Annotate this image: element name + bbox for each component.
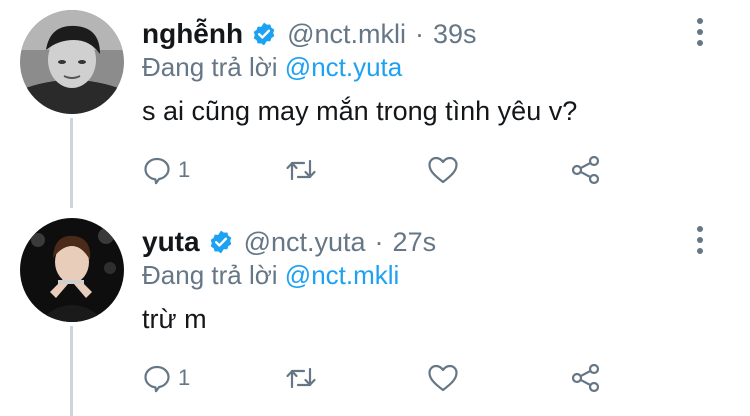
avatar[interactable]: [20, 218, 124, 322]
tweet-text: s ai cũng may mắn trong tình yêu v?: [142, 96, 578, 126]
verified-badge-icon: [210, 230, 231, 254]
replying-to-label: Đang trả lời: [142, 260, 278, 290]
reply-icon: [144, 157, 170, 185]
thread-line: [70, 118, 73, 208]
reply-count: 1: [178, 157, 191, 182]
avatar-photo: [20, 10, 124, 114]
avatar[interactable]: [20, 10, 124, 114]
reply-count: 1: [178, 365, 191, 390]
tweet-text: trừ m: [142, 304, 207, 334]
timestamp[interactable]: 39s: [433, 19, 477, 50]
tweet[interactable]: yuta @nct.yuta · 27s Đang trả lời @nct.m…: [0, 208, 750, 416]
heart-icon: [428, 364, 458, 392]
separator-dot: ·: [374, 226, 384, 257]
share-icon: [571, 363, 600, 393]
retweet-button[interactable]: [284, 150, 318, 190]
display-name[interactable]: nghễnh: [142, 18, 243, 50]
tweet-header: nghễnh @nct.mkli · 39s: [142, 14, 477, 54]
thread-line: [70, 326, 73, 416]
like-button[interactable]: [427, 358, 459, 398]
reply-button[interactable]: 1: [142, 150, 190, 190]
share-button[interactable]: [570, 150, 602, 190]
reply-icon: [144, 365, 170, 393]
tweet-header: yuta @nct.yuta · 27s: [142, 222, 436, 262]
share-button[interactable]: [570, 358, 602, 398]
more-options-icon[interactable]: [696, 226, 704, 256]
share-icon: [571, 155, 600, 185]
avatar-photo: [20, 218, 124, 322]
separator-dot: ·: [415, 18, 425, 49]
tweet-actions: 1: [142, 358, 622, 398]
heart-icon: [428, 156, 458, 184]
retweet-button[interactable]: [284, 358, 318, 398]
more-options-icon[interactable]: [696, 18, 704, 48]
replying-to: Đang trả lời @nct.yuta: [142, 52, 402, 83]
tweet-actions: 1: [142, 150, 622, 190]
user-handle[interactable]: @nct.mkli: [287, 19, 406, 50]
reply-button[interactable]: 1: [142, 358, 190, 398]
like-button[interactable]: [427, 150, 459, 190]
replying-to-mention[interactable]: @nct.mkli: [285, 260, 400, 290]
verified-badge-icon: [253, 22, 275, 46]
timestamp[interactable]: 27s: [393, 227, 437, 258]
replying-to-label: Đang trả lời: [142, 52, 278, 82]
replying-to-mention[interactable]: @nct.yuta: [285, 52, 402, 82]
retweet-icon: [286, 159, 316, 181]
user-handle[interactable]: @nct.yuta: [244, 227, 366, 258]
replying-to: Đang trả lời @nct.mkli: [142, 260, 399, 291]
tweet[interactable]: nghễnh @nct.mkli · 39s Đang trả lời @nct…: [0, 0, 750, 208]
retweet-icon: [286, 367, 316, 389]
display-name[interactable]: yuta: [142, 226, 200, 258]
